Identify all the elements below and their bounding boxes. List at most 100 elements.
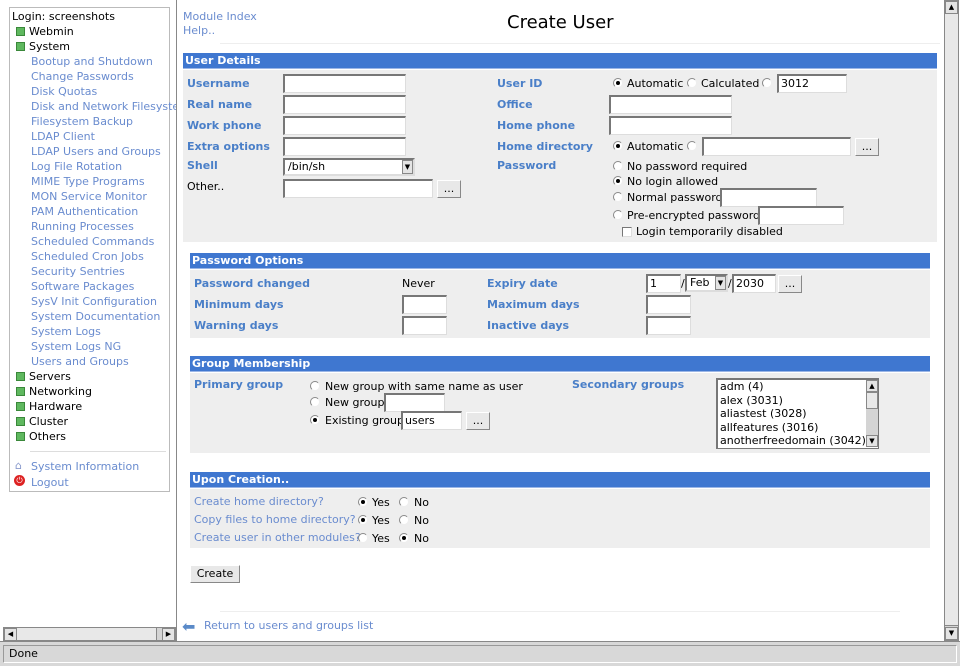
sidebar-item[interactable]: LDAP Client xyxy=(31,130,95,143)
create-button[interactable]: Create xyxy=(190,565,240,583)
category-system[interactable]: System xyxy=(29,40,70,53)
group-same-radio[interactable] xyxy=(310,381,320,391)
pw-nologin-radio[interactable] xyxy=(613,176,623,186)
normal-password-input[interactable] xyxy=(720,188,817,207)
list-scroll-thumb[interactable] xyxy=(866,392,878,409)
sidebar-item[interactable]: SysV Init Configuration xyxy=(31,295,157,308)
group-existing-radio[interactable] xyxy=(310,415,320,425)
pw-normal-radio[interactable] xyxy=(613,192,623,202)
module-index-link[interactable]: Module Index xyxy=(183,10,257,23)
scroll-left-icon[interactable]: ◀ xyxy=(4,628,17,641)
category-webmin[interactable]: Webmin xyxy=(29,25,74,38)
other-shell-input[interactable] xyxy=(283,179,433,198)
sidebar-item[interactable]: System Logs NG xyxy=(31,340,121,353)
work-phone-input[interactable] xyxy=(283,116,406,135)
sidebar-item[interactable]: Filesystem Backup xyxy=(31,115,133,128)
group-option[interactable]: allfeatures (3016) xyxy=(720,421,876,435)
back-arrow-icon[interactable]: ⬅ xyxy=(182,619,195,635)
office-input[interactable] xyxy=(609,95,732,114)
home-phone-input[interactable] xyxy=(609,116,732,135)
uid-automatic-radio[interactable] xyxy=(613,78,623,88)
sidebar-item[interactable]: PAM Authentication xyxy=(31,205,138,218)
uid-manual-radio[interactable] xyxy=(762,78,772,88)
expiry-year-input[interactable]: 2030 xyxy=(732,274,776,293)
group-option[interactable]: aliastest (3028) xyxy=(720,407,876,421)
max-days-input[interactable] xyxy=(646,295,691,314)
secondary-groups-list[interactable]: adm (4) alex (3031) aliastest (3028) allfea… xyxy=(716,378,879,449)
real-name-input[interactable] xyxy=(283,95,406,114)
pw-none-label: No password required xyxy=(627,160,748,173)
main-scroll-thumb[interactable] xyxy=(945,14,958,626)
sidebar-item[interactable]: Scheduled Commands xyxy=(31,235,154,248)
expiry-calendar-button[interactable]: ... xyxy=(778,275,802,293)
create-home-no-radio[interactable] xyxy=(399,497,409,507)
home-directory-input[interactable] xyxy=(702,137,851,156)
new-group-input[interactable] xyxy=(384,393,445,412)
uid-input[interactable]: 3012 xyxy=(777,74,847,93)
sidebar-item[interactable]: System Logs xyxy=(31,325,101,338)
other-modules-no-radio[interactable] xyxy=(399,533,409,543)
logout-link[interactable]: Logout xyxy=(31,476,69,489)
pw-none-radio[interactable] xyxy=(613,161,623,171)
home-automatic-radio[interactable] xyxy=(613,141,623,151)
create-home-yes-radio[interactable] xyxy=(358,497,368,507)
return-link[interactable]: Return to users and groups list xyxy=(204,619,373,632)
help-link[interactable]: Help.. xyxy=(183,24,215,37)
sidebar-item[interactable]: Scheduled Cron Jobs xyxy=(31,250,144,263)
sidebar-item[interactable]: System Documentation xyxy=(31,310,160,323)
category-item[interactable]: Others xyxy=(29,430,66,443)
warning-days-input[interactable] xyxy=(402,316,447,335)
group-option[interactable]: alex (3031) xyxy=(720,394,876,408)
sidebar-horizontal-scrollbar[interactable]: ◀ ▶ xyxy=(3,627,176,641)
min-days-input[interactable] xyxy=(402,295,447,314)
scroll-down-icon[interactable]: ▼ xyxy=(866,435,878,447)
extra-options-input[interactable] xyxy=(283,137,406,156)
login-disabled-checkbox[interactable] xyxy=(622,227,632,237)
sidebar-item[interactable]: Security Sentries xyxy=(31,265,125,278)
group-new-radio[interactable] xyxy=(310,397,320,407)
system-information-link[interactable]: System Information xyxy=(31,460,139,473)
sidebar-item[interactable]: Log File Rotation xyxy=(31,160,122,173)
shell-select[interactable]: /bin/sh ▼ xyxy=(283,158,415,176)
group-option[interactable]: adm (4) xyxy=(720,380,876,394)
sidebar-item[interactable]: LDAP Users and Groups xyxy=(31,145,161,158)
sidebar-item[interactable]: Software Packages xyxy=(31,280,134,293)
home-browse-button[interactable]: ... xyxy=(855,138,879,156)
sidebar-item[interactable]: Running Processes xyxy=(31,220,134,233)
encrypted-password-input[interactable] xyxy=(758,206,844,225)
list-scrollbar[interactable]: ▲ ▼ xyxy=(866,380,878,447)
scroll-right-icon[interactable]: ▶ xyxy=(162,628,175,641)
group-option[interactable]: anotherfreedomain (3042) xyxy=(720,434,876,448)
uid-calculated-label: Calculated xyxy=(701,77,760,90)
inactive-days-input[interactable] xyxy=(646,316,691,335)
existing-group-input[interactable]: users xyxy=(401,411,462,430)
main-vertical-scrollbar[interactable]: ▲ ▼ xyxy=(944,0,959,641)
other-modules-yes-radio[interactable] xyxy=(358,533,368,543)
sidebar-item[interactable]: Users and Groups xyxy=(31,355,129,368)
category-item[interactable]: Hardware xyxy=(29,400,82,413)
shell-browse-button[interactable]: ... xyxy=(437,180,461,198)
sidebar-item[interactable]: Disk and Network Filesystem xyxy=(31,100,177,113)
sidebar-item[interactable]: Disk Quotas xyxy=(31,85,97,98)
username-input[interactable] xyxy=(283,74,406,93)
pw-encrypted-radio[interactable] xyxy=(613,210,623,220)
sidebar-item[interactable]: Change Passwords xyxy=(31,70,134,83)
category-item[interactable]: Networking xyxy=(29,385,92,398)
sidebar-item[interactable]: MON Service Monitor xyxy=(31,190,147,203)
expiry-day-input[interactable]: 1 xyxy=(646,274,681,293)
scroll-up-icon[interactable]: ▲ xyxy=(866,380,878,392)
uid-calculated-radio[interactable] xyxy=(687,78,697,88)
category-item[interactable]: Servers xyxy=(29,370,71,383)
sidebar-item[interactable]: MIME Type Programs xyxy=(31,175,145,188)
expiry-month-select[interactable]: Feb ▼ xyxy=(685,274,728,292)
sidebar-item[interactable]: Bootup and Shutdown xyxy=(31,55,153,68)
group-browse-button[interactable]: ... xyxy=(466,412,490,430)
scroll-down-icon[interactable]: ▼ xyxy=(945,627,958,640)
category-open-icon xyxy=(16,42,25,51)
scroll-thumb[interactable] xyxy=(17,628,157,640)
copy-files-no-radio[interactable] xyxy=(399,515,409,525)
scroll-up-icon[interactable]: ▲ xyxy=(945,1,958,14)
home-manual-radio[interactable] xyxy=(687,141,697,151)
copy-files-yes-radio[interactable] xyxy=(358,515,368,525)
category-item[interactable]: Cluster xyxy=(29,415,68,428)
